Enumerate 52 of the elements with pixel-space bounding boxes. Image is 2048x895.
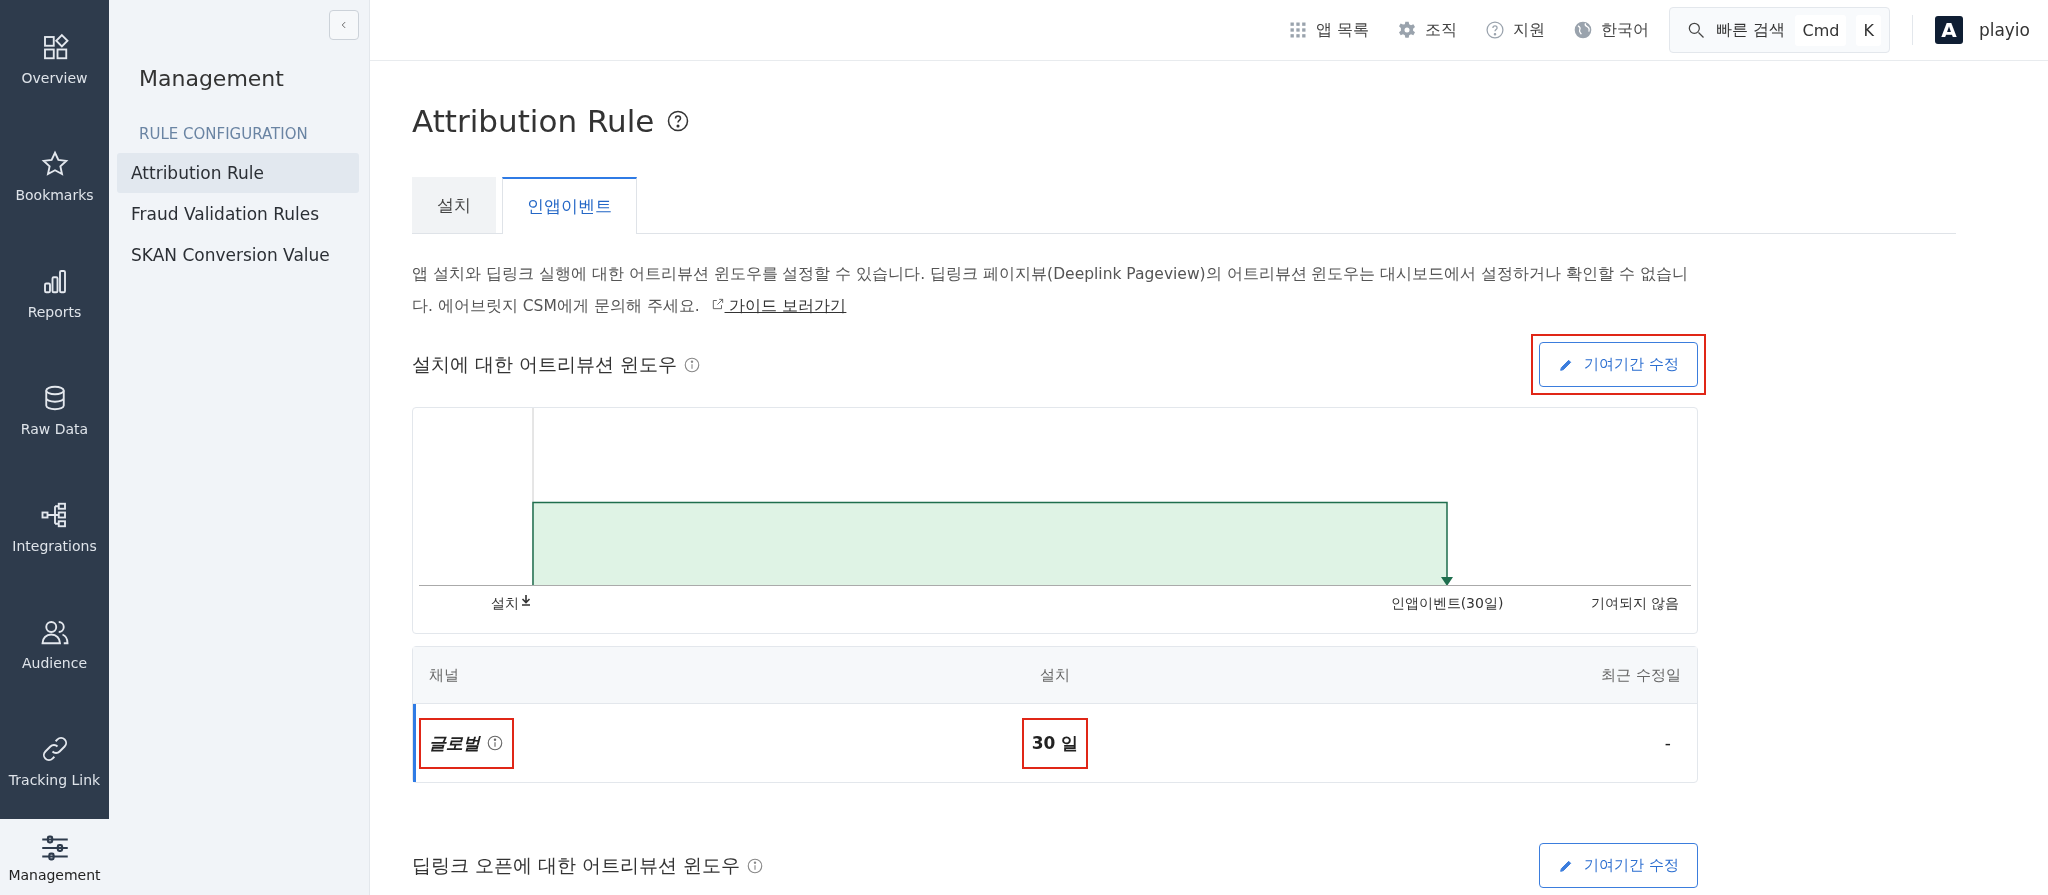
account-menu[interactable]: A playio — [1934, 16, 2030, 44]
menu-item[interactable]: Fraud Validation Rules — [117, 194, 359, 234]
column-header: 설치 — [1040, 665, 1070, 685]
description-text: 앱 설치와 딥링크 실행에 대한 어트리뷰션 윈도우를 설정할 수 있습니다. 딥링크 페이지뷰(Deeplink Pageview)의 어트리뷰션 윈도우는 대시보드에서 설정하거나 확인할 수 없습니다. 에어브릿지 CSM에게 문의해 주세요. 가이드 보러가기 — [412, 264, 1690, 317]
table-cell: 글로벌 — [419, 717, 514, 769]
help-icon — [1485, 20, 1506, 40]
nav-item[interactable]: Bookmarks — [0, 117, 109, 234]
nav-item[interactable]: Integrations — [0, 468, 109, 585]
edit-period-button[interactable]: 기여기간 수정 — [1539, 843, 1698, 888]
toolbar-item[interactable]: 한국어 — [1559, 19, 1664, 41]
menu-item[interactable]: Attribution Rule — [117, 153, 359, 193]
nav-item[interactable]: Overview — [0, 0, 109, 117]
axis-label: 기여되지 않음 — [1590, 595, 1679, 611]
info-icon — [683, 355, 702, 374]
edit-period-button[interactable]: 기여기간 수정 — [1539, 342, 1698, 387]
axis-label: 설치 — [491, 595, 519, 611]
column-header: 최근 수정일 — [1601, 665, 1681, 685]
tab[interactable]: 설치 — [412, 177, 496, 233]
help-icon — [666, 109, 691, 133]
toolbar-item[interactable]: 조직 — [1383, 19, 1472, 41]
section-title: 설치에 대한 어트리뷰션 윈도우 — [412, 351, 678, 377]
settings-icon — [1397, 20, 1418, 40]
section-title: 딥링크 오픈에 대한 어트리뷰션 윈도우 — [412, 852, 741, 878]
account-avatar: A — [1934, 16, 1963, 44]
external-link-icon — [710, 297, 725, 311]
shortcut-key: Cmd — [1795, 14, 1847, 46]
toolbar-item[interactable]: 지원 — [1471, 19, 1560, 41]
quick-search-button[interactable]: 빠른 검색 Cmd K — [1669, 7, 1890, 53]
guide-link[interactable]: 가이드 보러가기 — [710, 297, 847, 315]
nav-item[interactable]: Raw Data — [0, 351, 109, 468]
info-icon — [746, 856, 765, 875]
search-label: 빠른 검색 — [1716, 19, 1786, 41]
nav-item[interactable]: Audience — [0, 585, 109, 702]
grid-icon — [1288, 20, 1309, 40]
section-label: RULE CONFIGURATION — [139, 125, 308, 143]
collapse-button[interactable] — [329, 10, 359, 40]
page-title: Attribution Rule — [412, 103, 655, 139]
download-icon — [521, 594, 531, 606]
nav-item[interactable]: Reports — [0, 234, 109, 351]
info-icon — [486, 734, 504, 752]
globe-icon — [1573, 20, 1594, 40]
column-header: 채널 — [429, 665, 459, 685]
panel-title: Management — [139, 66, 284, 91]
toolbar-item[interactable]: 앱 목록 — [1274, 19, 1384, 41]
shortcut-key: K — [1856, 14, 1881, 46]
axis-label: 인앱이벤트(30일) — [1390, 595, 1504, 611]
tab[interactable]: 인앱이벤트 — [502, 177, 637, 234]
nav-item[interactable]: Tracking Link — [0, 702, 109, 819]
table-row[interactable]: 글로벌 30 일 - — [413, 704, 1697, 782]
table-cell-text: - — [1663, 732, 1672, 755]
table-cell: 30 일 — [1021, 717, 1089, 769]
menu-item[interactable]: SKAN Conversion Value — [117, 235, 359, 275]
